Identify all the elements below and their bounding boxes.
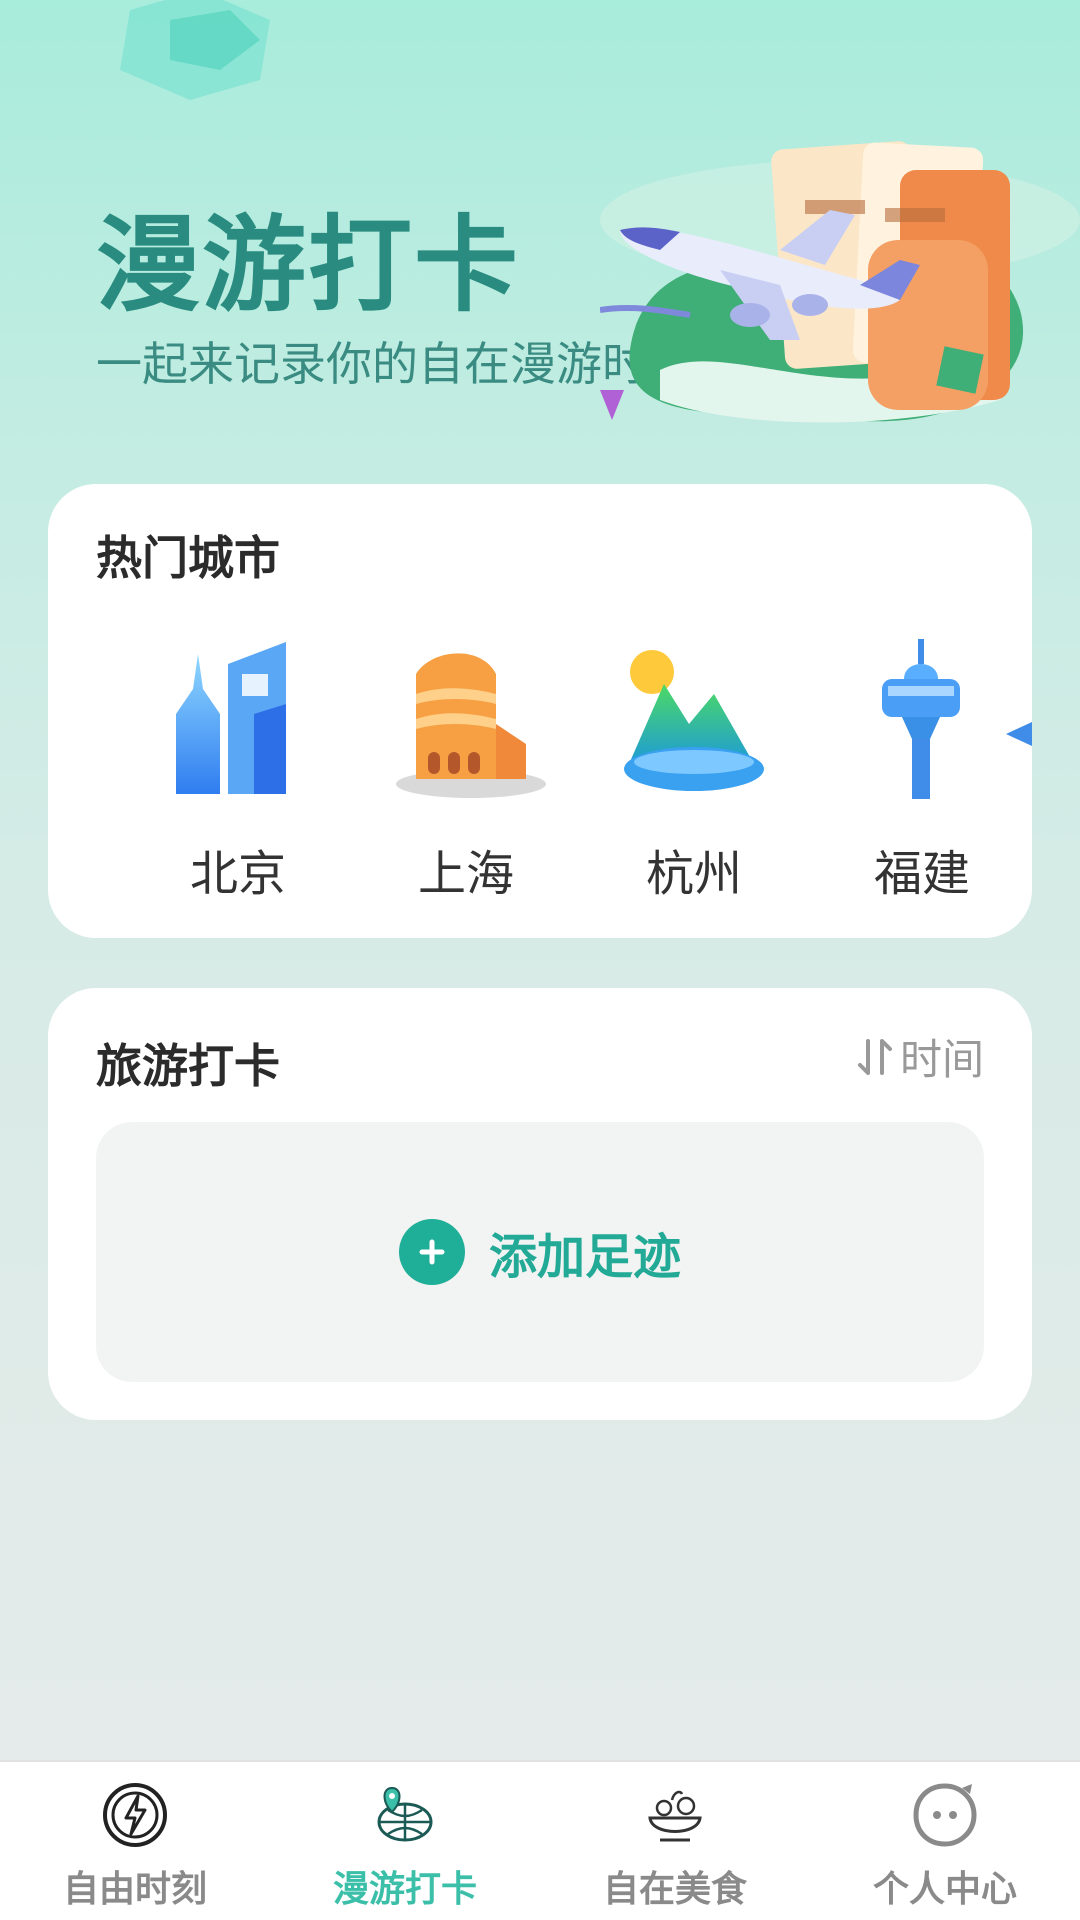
tab-label: 个人中心 (872, 1869, 1017, 1910)
sort-label: 时间 (899, 1035, 984, 1084)
airplane-ticket-illustration (600, 141, 1080, 423)
city-item-shanghai[interactable]: 上海 (366, 634, 566, 924)
beijing-building-icon (176, 642, 286, 794)
travel-checkin-title: 旅游打卡 (96, 1039, 280, 1093)
plus-icon (398, 1219, 465, 1285)
hero-title: 漫游打卡 (96, 204, 521, 326)
sort-by-time-button[interactable]: 时间 (856, 1026, 984, 1087)
city-label: 上海 (417, 846, 514, 902)
city-label: 北京 (189, 846, 286, 902)
tab-label: 自由时刻 (62, 1869, 207, 1910)
shanghai-building-icon (396, 653, 546, 798)
globe-pin-icon (377, 1786, 433, 1842)
add-footprint-label: 添加足迹 (488, 1229, 681, 1285)
travel-checkin-card: 旅游打卡 时间 添加足迹 (48, 988, 1032, 1420)
hot-cities-title: 热门城市 (96, 531, 280, 585)
fujian-tower-icon (882, 639, 960, 799)
tab-label: 漫游打卡 (332, 1869, 477, 1910)
hot-cities-card: 热门城市 北京 上海 杭州 福建 (48, 484, 1032, 938)
smiley-face-icon (913, 1783, 977, 1847)
tab-personal-center[interactable]: 个人中心 (810, 1762, 1080, 1920)
tab-roam-checkin[interactable]: 漫游打卡 (270, 1762, 540, 1920)
tab-free-moment[interactable]: 自由时刻 (0, 1762, 270, 1920)
tab-label: 自在美食 (602, 1869, 747, 1910)
crystal-cube-decoration (120, 0, 270, 100)
next-city-peek-icon (1006, 722, 1032, 746)
city-item-fujian[interactable]: 福建 (822, 634, 1022, 924)
hangzhou-mountain-icon (624, 650, 764, 791)
food-bowl-icon (648, 1790, 702, 1842)
bottom-tab-bar: 自由时刻 漫游打卡 自在美食 个人中心 (0, 1760, 1080, 1920)
add-footprint-button[interactable]: 添加足迹 (96, 1122, 984, 1382)
sort-arrows-icon (857, 1038, 892, 1075)
lightning-icon (103, 1783, 167, 1847)
city-label: 杭州 (645, 846, 742, 902)
hero-banner: 漫游打卡 一起来记录你的自在漫游时刻吧 (0, 0, 1080, 480)
city-carousel[interactable]: 北京 上海 杭州 福建 (96, 634, 1032, 934)
city-item-hangzhou[interactable]: 杭州 (594, 634, 794, 924)
tab-free-food[interactable]: 自在美食 (540, 1762, 810, 1920)
city-item-beijing[interactable]: 北京 (138, 634, 338, 924)
city-label: 福建 (873, 846, 970, 902)
